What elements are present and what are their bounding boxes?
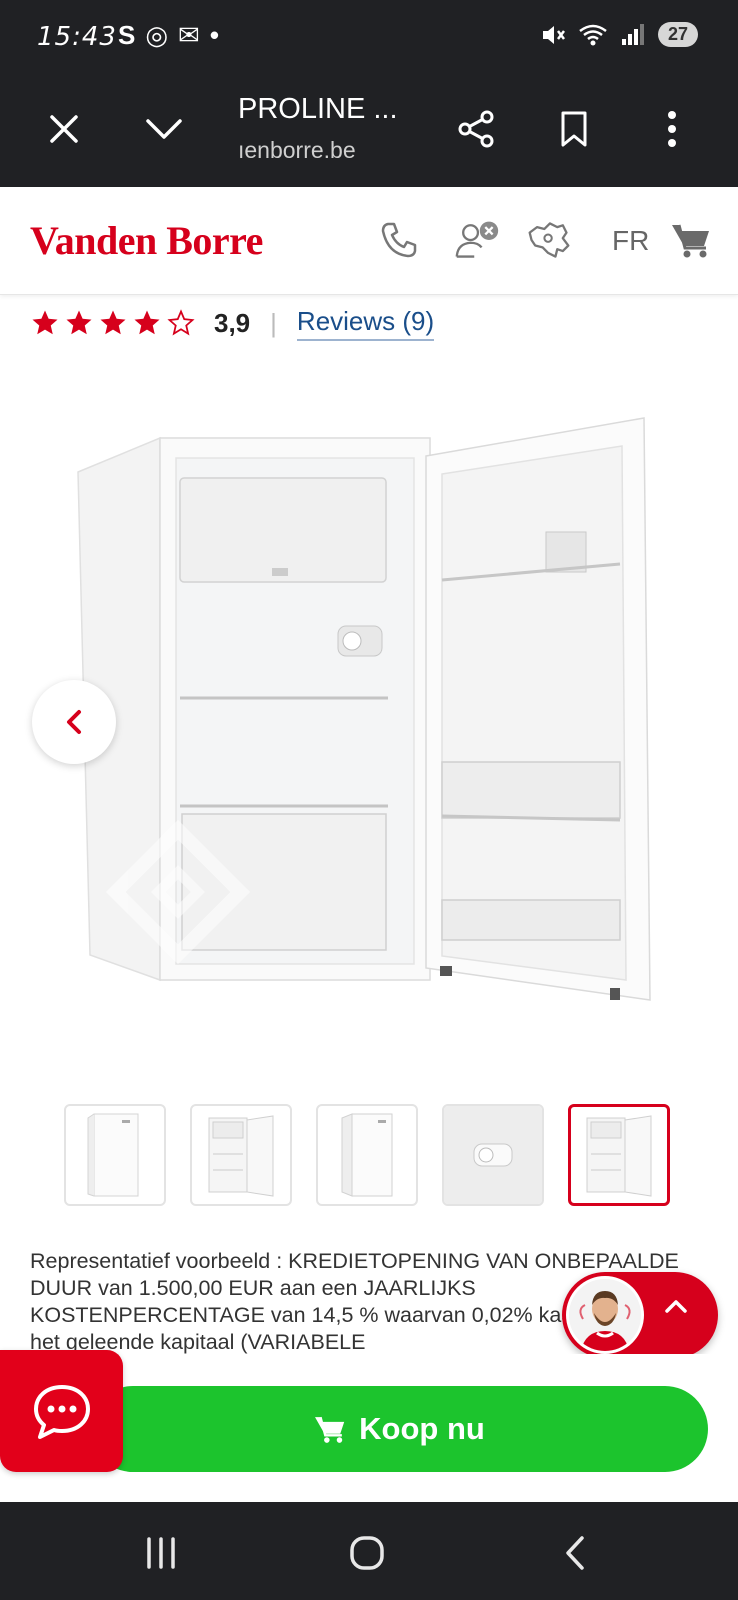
cart-button[interactable] bbox=[668, 217, 714, 263]
star-empty-icon bbox=[167, 309, 195, 336]
page-title: PROLINE ... bbox=[238, 93, 398, 125]
close-icon bbox=[50, 115, 78, 143]
chevron-up-icon bbox=[665, 1300, 687, 1313]
close-tab-button[interactable] bbox=[36, 101, 92, 157]
rating-separator: | bbox=[270, 307, 277, 338]
notification-dot-icon: • bbox=[209, 20, 219, 50]
share-icon bbox=[458, 110, 494, 148]
home-button[interactable] bbox=[342, 1528, 392, 1578]
thumbnail-5[interactable] bbox=[568, 1104, 670, 1206]
site-header: Vanden Borre FR bbox=[0, 187, 738, 295]
language-switch[interactable]: FR bbox=[612, 225, 649, 257]
wifi-icon bbox=[579, 24, 607, 45]
notification-mail-icon: ✉ bbox=[178, 20, 200, 50]
rating-value: 3,9 bbox=[214, 307, 251, 338]
account-button[interactable] bbox=[454, 217, 500, 263]
star-filled-icon bbox=[100, 310, 126, 335]
advisor-chat-widget[interactable] bbox=[562, 1272, 718, 1358]
bookmark-button[interactable] bbox=[546, 101, 602, 157]
share-button[interactable] bbox=[448, 101, 504, 157]
thumbnail-2[interactable] bbox=[190, 1104, 292, 1206]
buy-now-button[interactable]: Koop nu bbox=[90, 1386, 708, 1472]
back-icon bbox=[566, 1536, 584, 1570]
reviews-link[interactable]: Reviews (9) bbox=[296, 306, 435, 341]
refrigerator-image bbox=[77, 417, 651, 1001]
home-icon bbox=[350, 1536, 384, 1570]
minimize-tab-button[interactable] bbox=[136, 101, 192, 157]
fridge-open-thumbnail bbox=[208, 1115, 274, 1197]
cart-icon bbox=[672, 224, 709, 258]
recent-apps-button[interactable] bbox=[136, 1528, 186, 1578]
chat-button[interactable] bbox=[0, 1350, 123, 1472]
notification-chrome-icon: ◎ bbox=[145, 20, 169, 50]
buy-now-label: Koop nu bbox=[359, 1411, 485, 1446]
map-belgium-icon bbox=[528, 222, 570, 258]
status-time: 15:43 bbox=[37, 22, 117, 52]
browser-toolbar: PROLINE ... ıenborre.be bbox=[0, 75, 738, 187]
notification-s-icon: S bbox=[118, 20, 136, 50]
page-url[interactable]: ıenborre.be bbox=[238, 137, 356, 164]
cart-icon bbox=[315, 1416, 345, 1443]
gallery-previous-button[interactable] bbox=[32, 680, 116, 764]
star-filled-icon bbox=[32, 310, 58, 335]
status-bar: 15:43 S ◎ ✉ • 27 bbox=[0, 0, 738, 75]
notification-icons: S ◎ ✉ • bbox=[118, 20, 219, 51]
recent-apps-icon bbox=[147, 1537, 175, 1569]
store-locator-button[interactable] bbox=[526, 217, 572, 263]
bookmark-icon bbox=[561, 111, 587, 147]
signal-icon bbox=[621, 23, 644, 45]
gallery-thumbnails bbox=[64, 1104, 670, 1206]
product-main-image[interactable] bbox=[60, 400, 680, 1040]
phone-button[interactable] bbox=[376, 217, 422, 263]
fridge-front-thumbnail bbox=[87, 1113, 139, 1197]
fridge-open-thumbnail bbox=[586, 1115, 652, 1197]
system-navigation-bar bbox=[0, 1502, 738, 1600]
star-filled-icon bbox=[66, 310, 92, 335]
thumbnail-1[interactable] bbox=[64, 1104, 166, 1206]
vanden-borre-logo[interactable]: Vanden Borre bbox=[30, 217, 263, 264]
chat-bubble-icon bbox=[33, 1385, 90, 1439]
back-button[interactable] bbox=[550, 1528, 600, 1578]
phone-icon bbox=[381, 222, 417, 258]
product-rating: 3,9 | Reviews (9) bbox=[30, 305, 435, 341]
star-filled-icon bbox=[134, 310, 160, 335]
chevron-down-icon bbox=[146, 119, 182, 139]
thermostat-thumbnail bbox=[444, 1106, 542, 1204]
battery-indicator: 27 bbox=[657, 22, 698, 47]
fridge-angle-thumbnail bbox=[341, 1113, 393, 1197]
rating-stars bbox=[30, 308, 196, 338]
advisor-portrait-icon bbox=[569, 1279, 641, 1351]
more-vertical-icon bbox=[668, 111, 676, 147]
mute-icon bbox=[542, 25, 565, 44]
thumbnail-3[interactable] bbox=[316, 1104, 418, 1206]
more-options-button[interactable] bbox=[644, 101, 700, 157]
system-icons: 27 bbox=[540, 22, 698, 47]
thumbnail-4[interactable] bbox=[442, 1104, 544, 1206]
advisor-avatar bbox=[566, 1276, 644, 1354]
user-unavailable-icon bbox=[455, 221, 499, 258]
chevron-left-icon bbox=[67, 710, 81, 734]
